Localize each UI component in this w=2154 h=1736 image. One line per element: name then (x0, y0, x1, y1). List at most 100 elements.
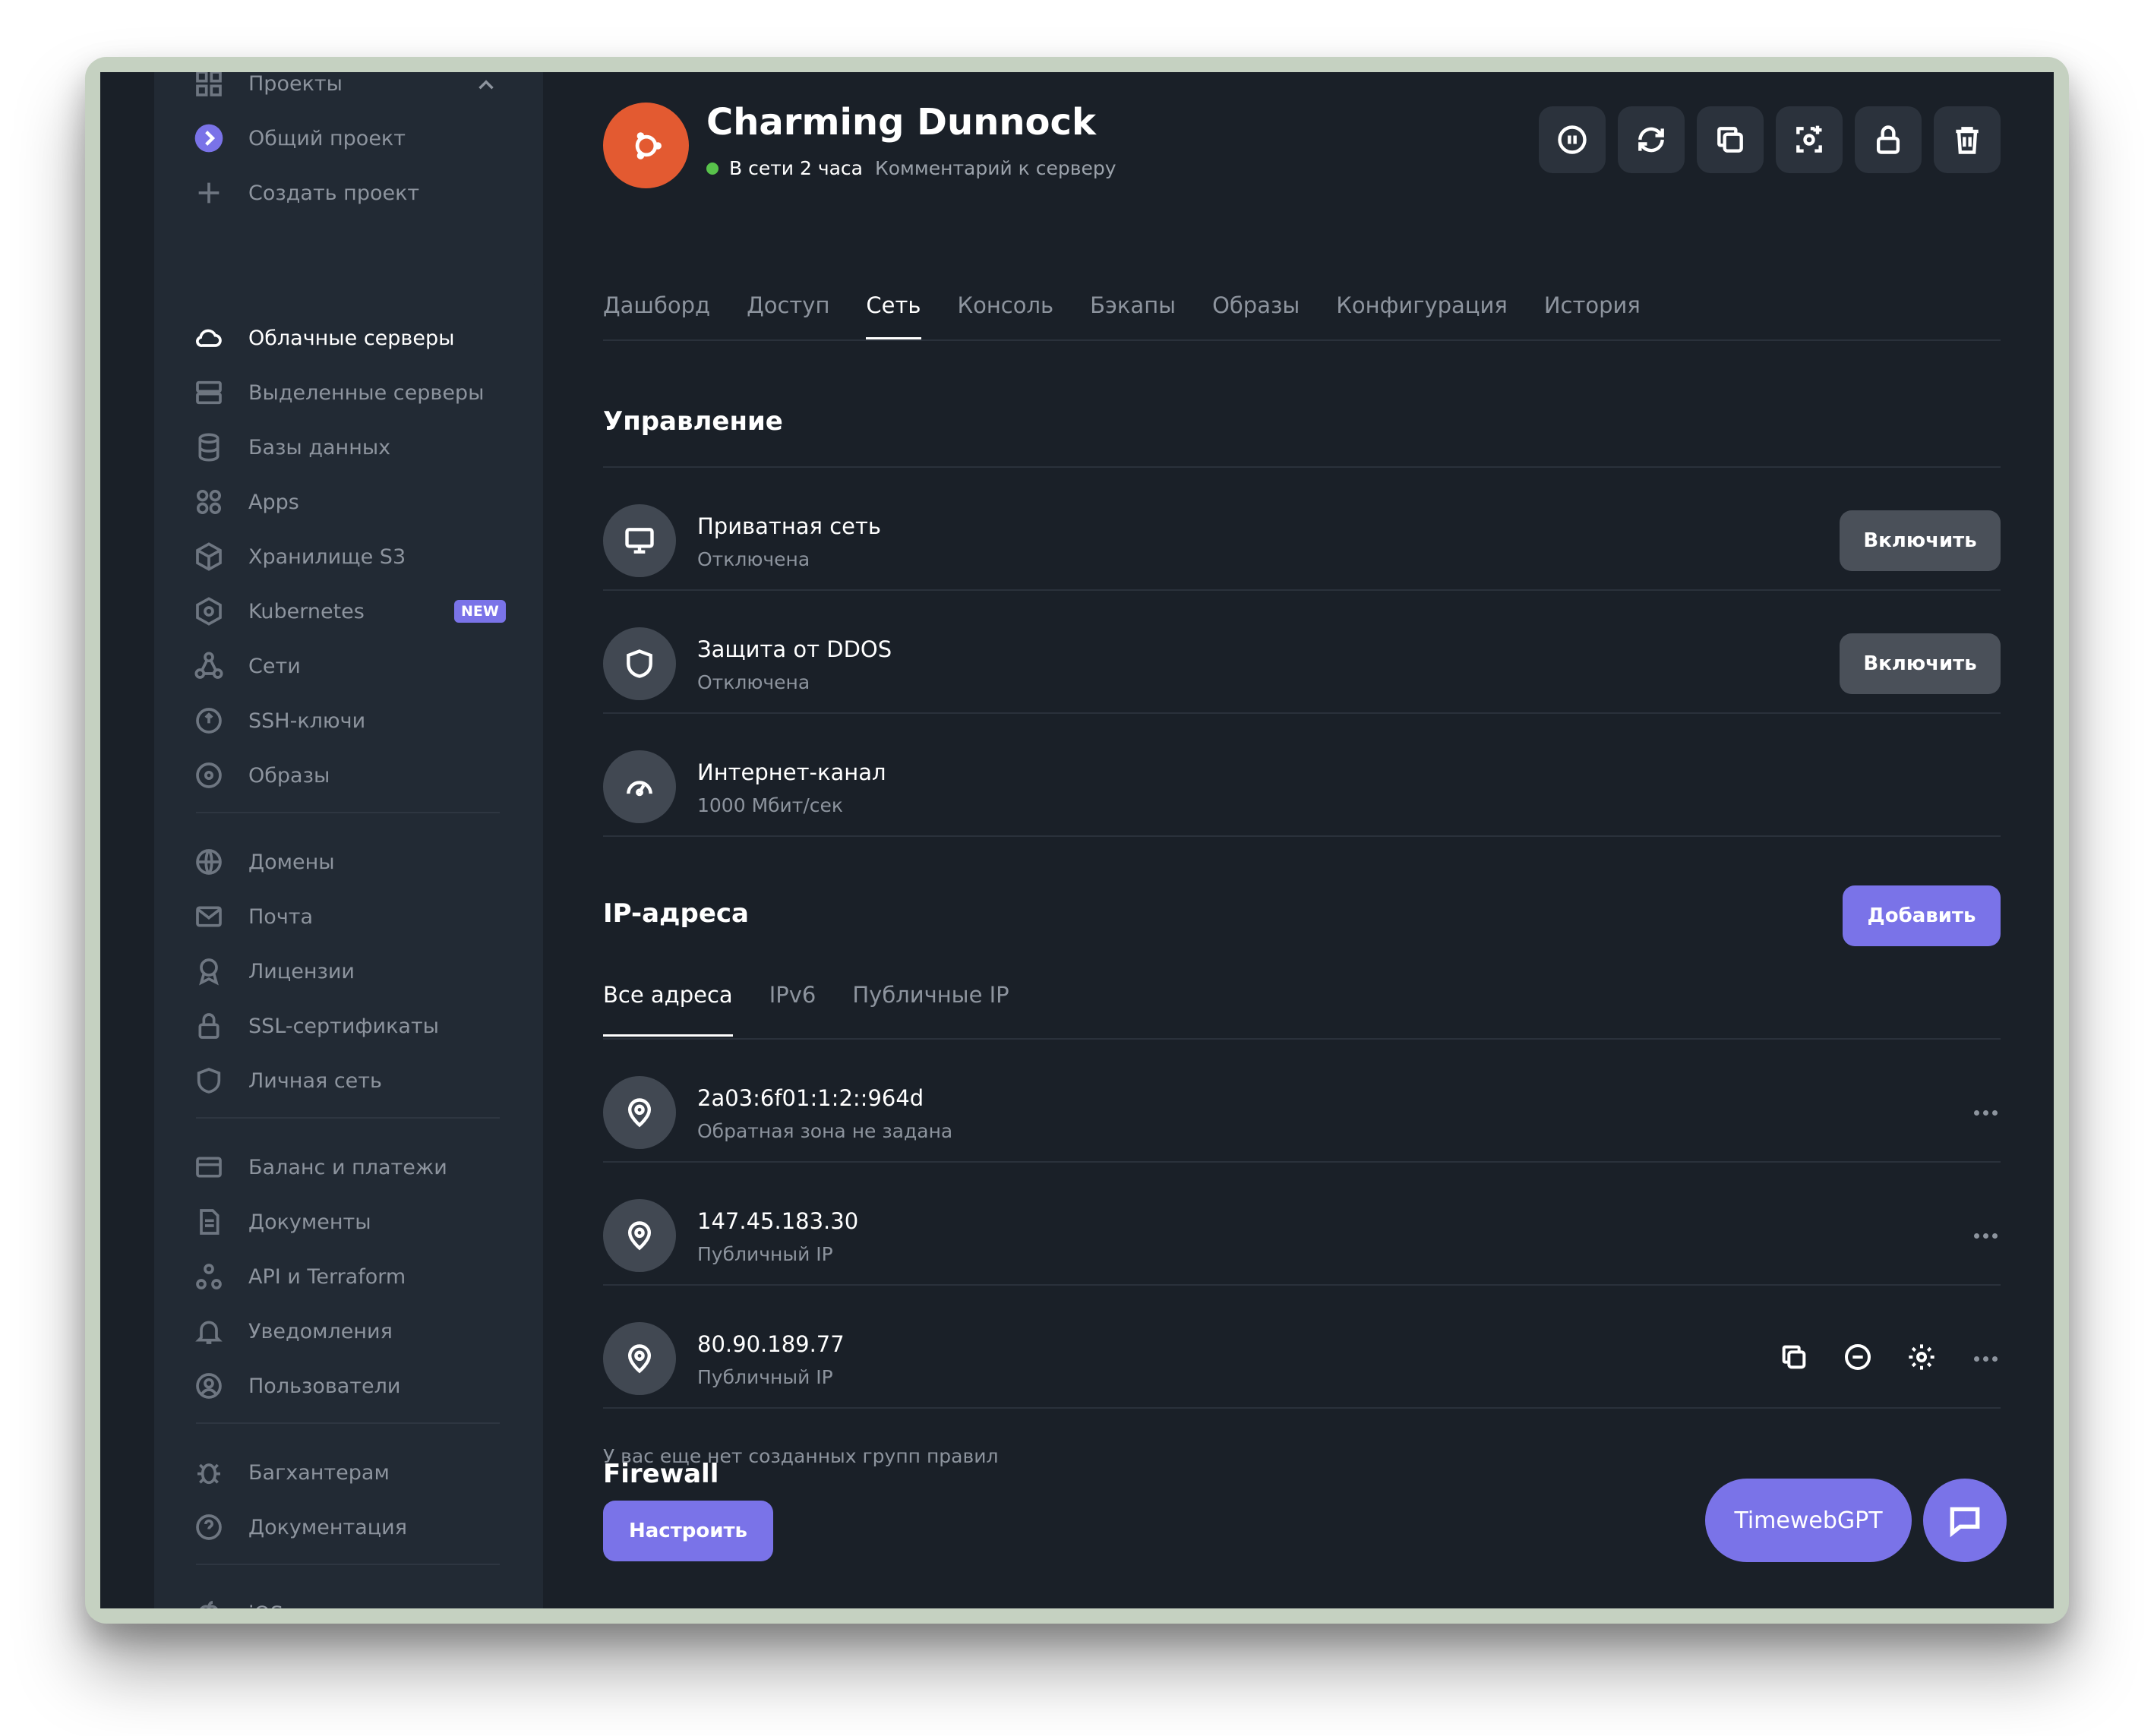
sidebar-item-label: Apps (248, 490, 299, 514)
more-menu-icon[interactable] (1970, 1343, 2001, 1374)
lock-icon (1876, 125, 1900, 154)
tab-ipv6[interactable]: IPv6 (769, 982, 816, 1029)
tab-network[interactable]: Сеть (866, 292, 921, 339)
row-divider (603, 1284, 2001, 1286)
copy-icon[interactable] (1779, 1342, 1809, 1375)
chat-button[interactable] (1923, 1479, 2007, 1562)
ip-title: IP-адреса (603, 898, 749, 929)
more-menu-icon[interactable] (1970, 1220, 2001, 1251)
sidebar-item-mail[interactable]: Почта (192, 894, 313, 939)
apps-icon (192, 485, 226, 519)
sidebar-item-ssl[interactable]: SSL-сертификаты (192, 1003, 439, 1049)
tab-public-ip[interactable]: Публичные IP (852, 982, 1009, 1029)
configure-firewall-button[interactable]: Настроить (603, 1501, 773, 1561)
disc-icon (192, 759, 226, 792)
timeweb-gpt-button[interactable]: TimewebGPT (1705, 1479, 1912, 1562)
sidebar-item-kubernetes[interactable]: Kubernetes (192, 589, 365, 634)
sidebar-item-label: Баланс и платежи (248, 1155, 447, 1179)
server-comment-link[interactable]: Комментарий к серверу (875, 157, 1116, 179)
remove-icon[interactable] (1843, 1342, 1873, 1375)
add-ip-button[interactable]: Добавить (1843, 885, 2001, 946)
shield-icon (192, 1064, 226, 1097)
sidebar-item-users[interactable]: Пользователи (192, 1363, 400, 1409)
ip-row: 2a03:6f01:1:2::964d Обратная зона не зад… (603, 1052, 2001, 1173)
sidebar-item-notifications[interactable]: Уведомления (192, 1308, 393, 1354)
tab-history[interactable]: История (1544, 292, 1641, 339)
sidebar-item-dedicated-servers[interactable]: Выделенные серверы (192, 370, 484, 415)
tab-all-addresses[interactable]: Все адреса (603, 982, 733, 1037)
speedometer-icon (603, 750, 676, 823)
sidebar-item-label: Документы (248, 1210, 371, 1234)
sidebar-item-label: Лицензии (248, 959, 355, 983)
tab-dashboard[interactable]: Дашборд (603, 292, 710, 339)
sidebar-item-ssh-keys[interactable]: SSH-ключи (192, 698, 365, 743)
ubuntu-icon (635, 131, 662, 159)
ip-tabs: Все адреса IPv6 Публичные IP (603, 982, 1046, 1037)
pause-button[interactable] (1539, 106, 1606, 173)
sidebar-item-api[interactable]: API и Terraform (192, 1254, 406, 1299)
lock-icon (192, 1009, 226, 1043)
sidebar-item-ios-app[interactable]: iOS приложение (192, 1591, 425, 1608)
server-name: Charming Dunnock (706, 101, 1096, 144)
sidebar-item-cloud-servers[interactable]: Облачные серверы (192, 315, 454, 361)
restart-button[interactable] (1618, 106, 1685, 173)
tab-configuration[interactable]: Конфигурация (1336, 292, 1508, 339)
sidebar-item-apps[interactable]: Apps (192, 479, 299, 525)
sidebar-item-docs[interactable]: Документация (192, 1504, 407, 1550)
sidebar-item-licenses[interactable]: Лицензии (192, 948, 355, 994)
sidebar-item-s3[interactable]: Хранилище S3 (192, 534, 406, 579)
cloud-icon (192, 321, 226, 355)
delete-button[interactable] (1934, 106, 2001, 173)
sidebar-item-label: Образы (248, 763, 330, 788)
tab-console[interactable]: Консоль (958, 292, 1054, 339)
tab-images[interactable]: Образы (1212, 292, 1300, 339)
tab-backups[interactable]: Бэкапы (1090, 292, 1176, 339)
project-chevron-icon (192, 122, 226, 155)
row-divider (603, 1161, 2001, 1163)
more-menu-icon[interactable] (1970, 1097, 2001, 1128)
row-subtitle: Отключена (697, 548, 810, 570)
enable-ddos-button[interactable]: Включить (1840, 633, 2001, 694)
create-project-button[interactable]: Создать проект (192, 170, 419, 216)
projects-header[interactable]: Проекты (192, 72, 343, 106)
sidebar-item-documents[interactable]: Документы (192, 1199, 371, 1245)
sidebar-item-label: Уведомления (248, 1319, 393, 1343)
sidebar-item-label: Хранилище S3 (248, 544, 406, 569)
row-title: Приватная сеть (697, 513, 881, 539)
enable-private-network-button[interactable]: Включить (1840, 510, 2001, 571)
ddos-protection-row: Защита от DDOS Отключена Включить (603, 603, 2001, 724)
sidebar-item-bughunters[interactable]: Багхантерам (192, 1450, 390, 1495)
ip-row-actions (1779, 1342, 2001, 1375)
clone-button[interactable] (1697, 106, 1764, 173)
sidebar-item-private-network[interactable]: Личная сеть (192, 1058, 382, 1103)
refresh-icon (1638, 127, 1664, 153)
pause-icon (1558, 125, 1587, 154)
project-item-label: Общий проект (248, 126, 406, 150)
shield-icon (603, 627, 676, 700)
project-item-common[interactable]: Общий проект (192, 115, 406, 161)
tab-access[interactable]: Доступ (747, 292, 829, 339)
bug-icon (192, 1456, 226, 1489)
grid-icon (192, 72, 226, 100)
internet-channel-row: Интернет-канал 1000 Мбит/сек (603, 726, 2001, 847)
gear-icon[interactable] (1906, 1342, 1937, 1375)
row-subtitle: Отключена (697, 671, 810, 693)
chevron-up-icon[interactable] (473, 72, 499, 98)
lock-button[interactable] (1855, 106, 1922, 173)
online-dot (706, 162, 719, 175)
snapshot-button[interactable] (1776, 106, 1843, 173)
monitor-icon (603, 504, 676, 577)
ip-address: 2a03:6f01:1:2::964d (697, 1085, 924, 1111)
row-subtitle: 1000 Мбит/сек (697, 794, 844, 816)
sidebar-item-domains[interactable]: Домены (192, 839, 335, 885)
ip-address: 80.90.189.77 (697, 1331, 845, 1357)
new-badge: NEW (454, 600, 506, 623)
sidebar-item-networks[interactable]: Сети (192, 643, 301, 689)
apple-icon (192, 1597, 226, 1608)
sidebar-item-billing[interactable]: Баланс и платежи (192, 1144, 447, 1190)
row-title: Защита от DDOS (697, 636, 892, 662)
sidebar-item-images[interactable]: Образы (192, 753, 330, 798)
sidebar-item-databases[interactable]: Базы данных (192, 425, 390, 470)
sidebar-item-label: iOS приложение (248, 1602, 425, 1609)
app-screen: Проекты Общий проект Создать проект Обла… (100, 72, 2054, 1608)
